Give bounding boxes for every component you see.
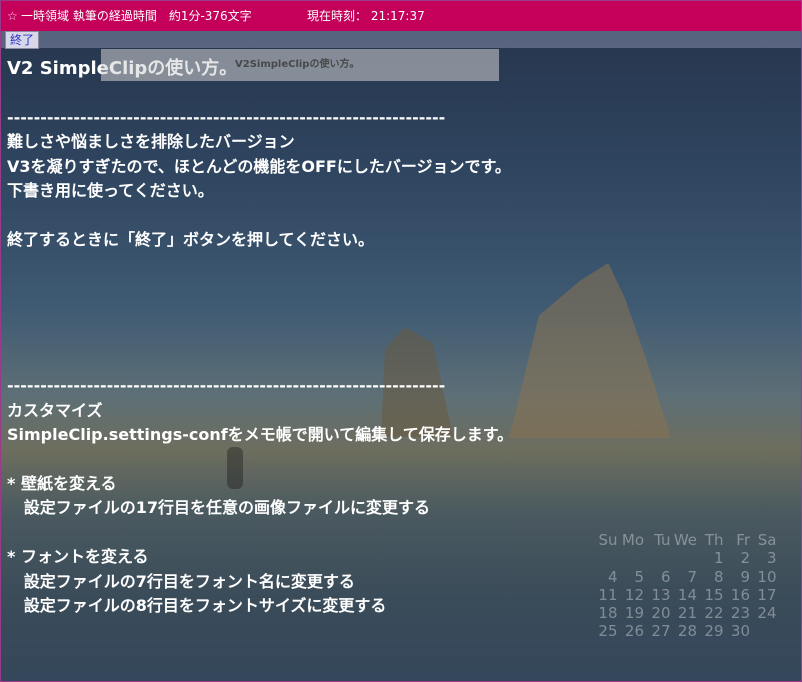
- calendar-day: 6: [660, 567, 671, 586]
- calendar-week-row: 4 5 6 7 8 9 10: [591, 568, 777, 586]
- calendar-day: 10: [757, 567, 777, 586]
- calendar-week-row: 11 12 13 14 15 16 17: [591, 586, 777, 604]
- calendar-weekday-row: Su Mo Tu We Th Fr Sa: [591, 531, 777, 549]
- calendar-day: 8: [713, 567, 724, 586]
- calendar-day: 21: [677, 604, 697, 623]
- calendar-weekday: Su: [598, 531, 618, 549]
- calendar-week-row: 18 19 20 21 22 23 24: [591, 604, 777, 622]
- editor-line: カスタマイズ: [7, 400, 103, 420]
- current-time: 現在時刻： 21:17:37: [307, 9, 425, 23]
- calendar-day: 4: [607, 567, 618, 586]
- calendar-day: 3: [766, 549, 777, 568]
- editor-line: 下書き用に使ってください。: [7, 181, 214, 201]
- editor-line: ----------------------------------------…: [7, 107, 446, 127]
- calendar-day: 13: [651, 585, 671, 604]
- end-button[interactable]: 終了: [5, 31, 40, 49]
- tooltip: V2SimpleClipの使い方。: [101, 49, 499, 81]
- calendar-day: 17: [757, 585, 777, 604]
- editor-line: SimpleClip.settings-confをメモ帳で開いて編集して保存しま…: [7, 425, 514, 445]
- calendar-weekday: Mo: [621, 531, 644, 549]
- calendar-day: [750, 622, 777, 640]
- calendar-week-row: 123: [591, 549, 777, 567]
- editor-line: V3を凝りすぎたので、ほとんどの機能をOFFにしたバージョンです。: [7, 156, 511, 176]
- editor-line: * 壁紙を変える: [7, 473, 117, 493]
- calendar-day: 29: [704, 622, 724, 641]
- calendar-day: 7: [687, 567, 697, 586]
- calendar: Su Mo Tu We Th Fr Sa 1 2 3 4 5 6 7 8 9 10 11 12 13 14 15 16 17 1…: [591, 531, 777, 641]
- calendar-day: 19: [624, 604, 644, 623]
- calendar-week-row: 25 26 27 28 29 30: [591, 622, 777, 640]
- calendar-day: 24: [757, 604, 777, 623]
- calendar-day: 25: [598, 622, 618, 641]
- toolbar: [1, 31, 801, 48]
- calendar-day: 5: [634, 567, 644, 586]
- calendar-weekday: Tu: [654, 531, 671, 549]
- editor-line: ----------------------------------------…: [7, 376, 446, 396]
- calendar-day: 23: [730, 604, 750, 623]
- calendar-day: 11: [598, 585, 618, 604]
- calendar-day: 18: [598, 604, 618, 623]
- calendar-day: [644, 549, 671, 567]
- calendar-day: [591, 549, 618, 567]
- editor-line: 設定ファイルの17行目を任意の画像ファイルに変更する: [7, 498, 430, 518]
- editor-line: 難しさや悩ましさを排除したバージョン: [7, 132, 295, 152]
- calendar-day: 30: [730, 622, 750, 641]
- calendar-day: [618, 549, 645, 567]
- calendar-day: 28: [677, 622, 697, 641]
- editor-line: 終了するときに「終了」ボタンを押してください。: [7, 229, 375, 249]
- calendar-day: 26: [624, 622, 644, 641]
- calendar-day: 27: [651, 622, 671, 641]
- title-bar: ☆ 一時領域 執筆の経過時間 約1分-376文字 現在時刻： 21:17:37: [1, 1, 801, 31]
- calendar-day: 14: [677, 585, 697, 604]
- calendar-weekday: Sa: [757, 531, 777, 549]
- calendar-day: 9: [740, 567, 750, 586]
- calendar-day: 15: [704, 585, 724, 604]
- star-icon: ☆: [7, 9, 18, 23]
- calendar-weekday: We: [673, 531, 697, 549]
- calendar-day: 20: [651, 604, 671, 623]
- calendar-weekday: Fr: [736, 531, 750, 549]
- calendar-day: 1: [713, 549, 724, 568]
- app-window: ☆ 一時領域 執筆の経過時間 約1分-376文字 現在時刻： 21:17:37 …: [0, 0, 802, 682]
- calendar-day: 2: [740, 549, 750, 568]
- window-title: 一時領域 執筆の経過時間 約1分-376文字: [21, 9, 252, 23]
- calendar-day: 22: [704, 604, 724, 623]
- calendar-day: [671, 549, 698, 567]
- calendar-weekday: Th: [704, 531, 724, 549]
- calendar-day: 12: [624, 585, 644, 604]
- calendar-day: 16: [730, 585, 750, 604]
